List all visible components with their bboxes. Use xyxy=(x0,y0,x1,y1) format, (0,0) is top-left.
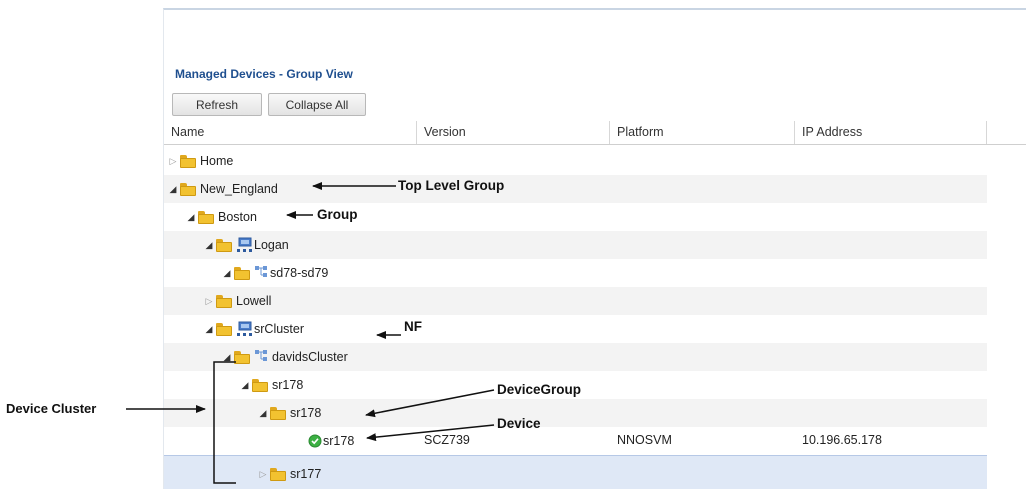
device-cluster-bracket xyxy=(213,361,236,484)
annotation-arrows xyxy=(126,182,495,484)
arrow-device-group xyxy=(365,389,495,418)
arrow-device xyxy=(366,424,495,442)
